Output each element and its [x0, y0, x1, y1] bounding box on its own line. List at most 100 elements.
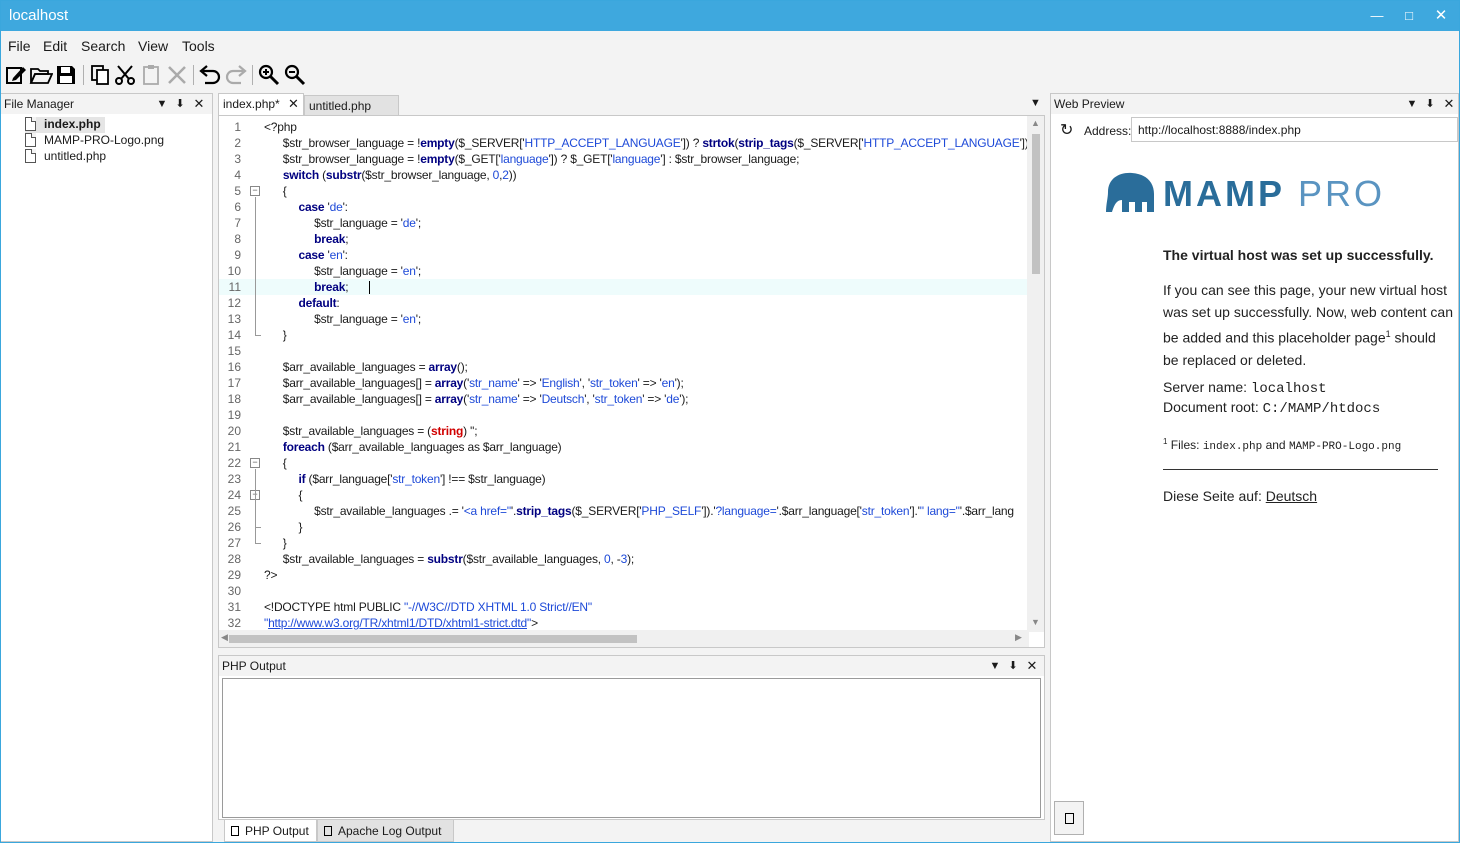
code-line[interactable]: 26 } — [219, 519, 1029, 535]
vertical-scrollbar[interactable]: ▲ ▼ — [1027, 116, 1044, 632]
code-line[interactable]: 17 $arr_available_languages[] = array('s… — [219, 375, 1029, 391]
dropdown-icon[interactable]: ▼ — [988, 658, 1002, 674]
menu-tools[interactable]: Tools — [182, 38, 215, 54]
code-line[interactable]: 25 $str_available_languages .= '<a href=… — [219, 503, 1029, 519]
tab-label: PHP Output — [245, 824, 309, 838]
line-number: 32 — [227, 616, 241, 630]
line-number: 24 — [227, 488, 241, 502]
horizontal-scrollbar[interactable]: ◀ ▶ — [219, 630, 1029, 647]
code-line[interactable]: 11 break; — [219, 279, 1029, 295]
code-line[interactable]: 1 <?php — [219, 119, 1029, 135]
delete-icon[interactable] — [165, 63, 189, 87]
vertical-scroll-thumb[interactable] — [1032, 134, 1040, 274]
footnote-label: Files: — [1170, 438, 1200, 452]
tab-list-icon[interactable]: ▼ — [1030, 97, 1041, 109]
scroll-down-icon[interactable]: ▼ — [1031, 617, 1040, 627]
code-line[interactable]: 21 foreach ($arr_available_languages as … — [219, 439, 1029, 455]
code-line[interactable]: 12 default: — [219, 295, 1029, 311]
log-icon — [231, 826, 239, 836]
preview-log-button[interactable] — [1054, 801, 1084, 835]
paste-icon[interactable] — [139, 63, 163, 87]
code-line[interactable]: 32 "http://www.w3.org/TR/xhtml1/DTD/xhtml… — [219, 615, 1029, 631]
code-line[interactable]: 19 — [219, 407, 1029, 423]
code-line[interactable]: 18 $arr_available_languages[] = array('s… — [219, 391, 1029, 407]
code-line[interactable]: 29 ?> — [219, 567, 1029, 583]
code-line[interactable]: 3 $str_browser_language = !empty($_GET['… — [219, 151, 1029, 167]
code-editor[interactable]: 1 <?php 2 $str_browser_language = !empty($… — [218, 115, 1045, 648]
code-line[interactable]: 2 $str_browser_language = !empty($_SERVE… — [219, 135, 1029, 151]
dropdown-icon[interactable]: ▼ — [155, 96, 169, 112]
refresh-icon[interactable]: ↻ — [1060, 120, 1073, 140]
code-text: $str_browser_language = !empty($_GET['la… — [264, 152, 800, 166]
tab-index-php[interactable]: index.php* ✕ — [218, 93, 304, 115]
address-input[interactable]: http://localhost:8888/index.php — [1131, 117, 1458, 142]
php-output-area[interactable] — [222, 678, 1041, 818]
code-line[interactable]: 15 — [219, 343, 1029, 359]
code-line[interactable]: 22 {− — [219, 455, 1029, 471]
code-line[interactable]: 8 break; — [219, 231, 1029, 247]
code-line[interactable]: 14 } — [219, 327, 1029, 343]
minimize-button[interactable]: — — [1362, 5, 1392, 27]
menu-file[interactable]: File — [8, 38, 31, 54]
output-tabstrip: PHP Output Apache Log Output — [218, 820, 1045, 842]
pin-icon[interactable]: ⬇ — [1423, 96, 1437, 112]
fold-toggle-icon[interactable]: − — [250, 186, 260, 196]
code-line[interactable]: 9 case 'en': — [219, 247, 1029, 263]
zoom-out-icon[interactable] — [283, 63, 307, 87]
close-tab-icon[interactable]: ✕ — [288, 96, 299, 112]
code-line[interactable]: 24 {− — [219, 487, 1029, 503]
code-line[interactable]: 7 $str_language = 'de'; — [219, 215, 1029, 231]
code-text: $arr_available_languages[] = array('str_… — [264, 376, 684, 390]
undo-icon[interactable] — [198, 63, 222, 87]
code-line[interactable]: 20 $str_available_languages = (string) '… — [219, 423, 1029, 439]
code-text: } — [264, 520, 303, 534]
new-icon[interactable] — [4, 63, 28, 87]
php-output-header: PHP Output ▼ ⬇ ✕ — [219, 656, 1044, 676]
language-link-deutsch[interactable]: Deutsch — [1266, 488, 1317, 504]
file-item-logo[interactable]: MAMP-PRO-Logo.png — [25, 133, 164, 149]
footnote-and: and — [1265, 438, 1286, 452]
tab-apache-log[interactable]: Apache Log Output — [317, 820, 454, 842]
scroll-up-icon[interactable]: ▲ — [1031, 118, 1040, 128]
code-line[interactable]: 27 } — [219, 535, 1029, 551]
cut-icon[interactable] — [113, 63, 137, 87]
maximize-button[interactable]: □ — [1394, 5, 1424, 27]
code-line[interactable]: 23 if ($arr_language['str_token'] !== $s… — [219, 471, 1029, 487]
scroll-left-icon[interactable]: ◀ — [221, 632, 228, 643]
code-line[interactable]: 30 — [219, 583, 1029, 599]
zoom-in-icon[interactable] — [257, 63, 281, 87]
file-icon — [25, 117, 36, 131]
code-line[interactable]: 31 <!DOCTYPE html PUBLIC "-//W3C//DTD XHT… — [219, 599, 1029, 615]
dropdown-icon[interactable]: ▼ — [1405, 96, 1419, 112]
tab-untitled-php[interactable]: untitled.php — [304, 95, 399, 115]
divider — [1163, 469, 1438, 470]
copy-icon[interactable] — [88, 63, 112, 87]
code-line[interactable]: 6 case 'de': — [219, 199, 1029, 215]
close-button[interactable]: ✕ — [1426, 5, 1456, 27]
server-name-label: Server name: — [1163, 379, 1248, 395]
close-icon[interactable]: ✕ — [192, 96, 206, 112]
file-item-untitled[interactable]: untitled.php — [25, 149, 106, 165]
code-line[interactable]: 5 {− — [219, 183, 1029, 199]
menu-search[interactable]: Search — [81, 38, 125, 54]
menu-view[interactable]: View — [138, 38, 168, 54]
menu-edit[interactable]: Edit — [43, 38, 67, 54]
open-icon[interactable] — [29, 63, 54, 87]
code-line[interactable]: 13 $str_language = 'en'; — [219, 311, 1029, 327]
code-line[interactable]: 28 $str_available_languages = substr($st… — [219, 551, 1029, 567]
pin-icon[interactable]: ⬇ — [173, 96, 187, 112]
horizontal-scroll-thumb[interactable] — [229, 635, 637, 643]
code-line[interactable]: 16 $arr_available_languages = array(); — [219, 359, 1029, 375]
fold-toggle-icon[interactable]: − — [250, 458, 260, 468]
scroll-right-icon[interactable]: ▶ — [1015, 632, 1022, 643]
code-line[interactable]: 4 switch (substr($str_browser_language, … — [219, 167, 1029, 183]
code-line[interactable]: 10 $str_language = 'en'; — [219, 263, 1029, 279]
file-item-index[interactable]: index.php — [25, 117, 105, 133]
close-icon[interactable]: ✕ — [1025, 658, 1039, 674]
tab-php-output[interactable]: PHP Output — [224, 820, 317, 842]
save-icon[interactable] — [54, 63, 78, 87]
close-icon[interactable]: ✕ — [1442, 96, 1456, 112]
pin-icon[interactable]: ⬇ — [1006, 658, 1020, 674]
redo-icon[interactable] — [224, 63, 248, 87]
address-label: Address: — [1084, 124, 1132, 138]
